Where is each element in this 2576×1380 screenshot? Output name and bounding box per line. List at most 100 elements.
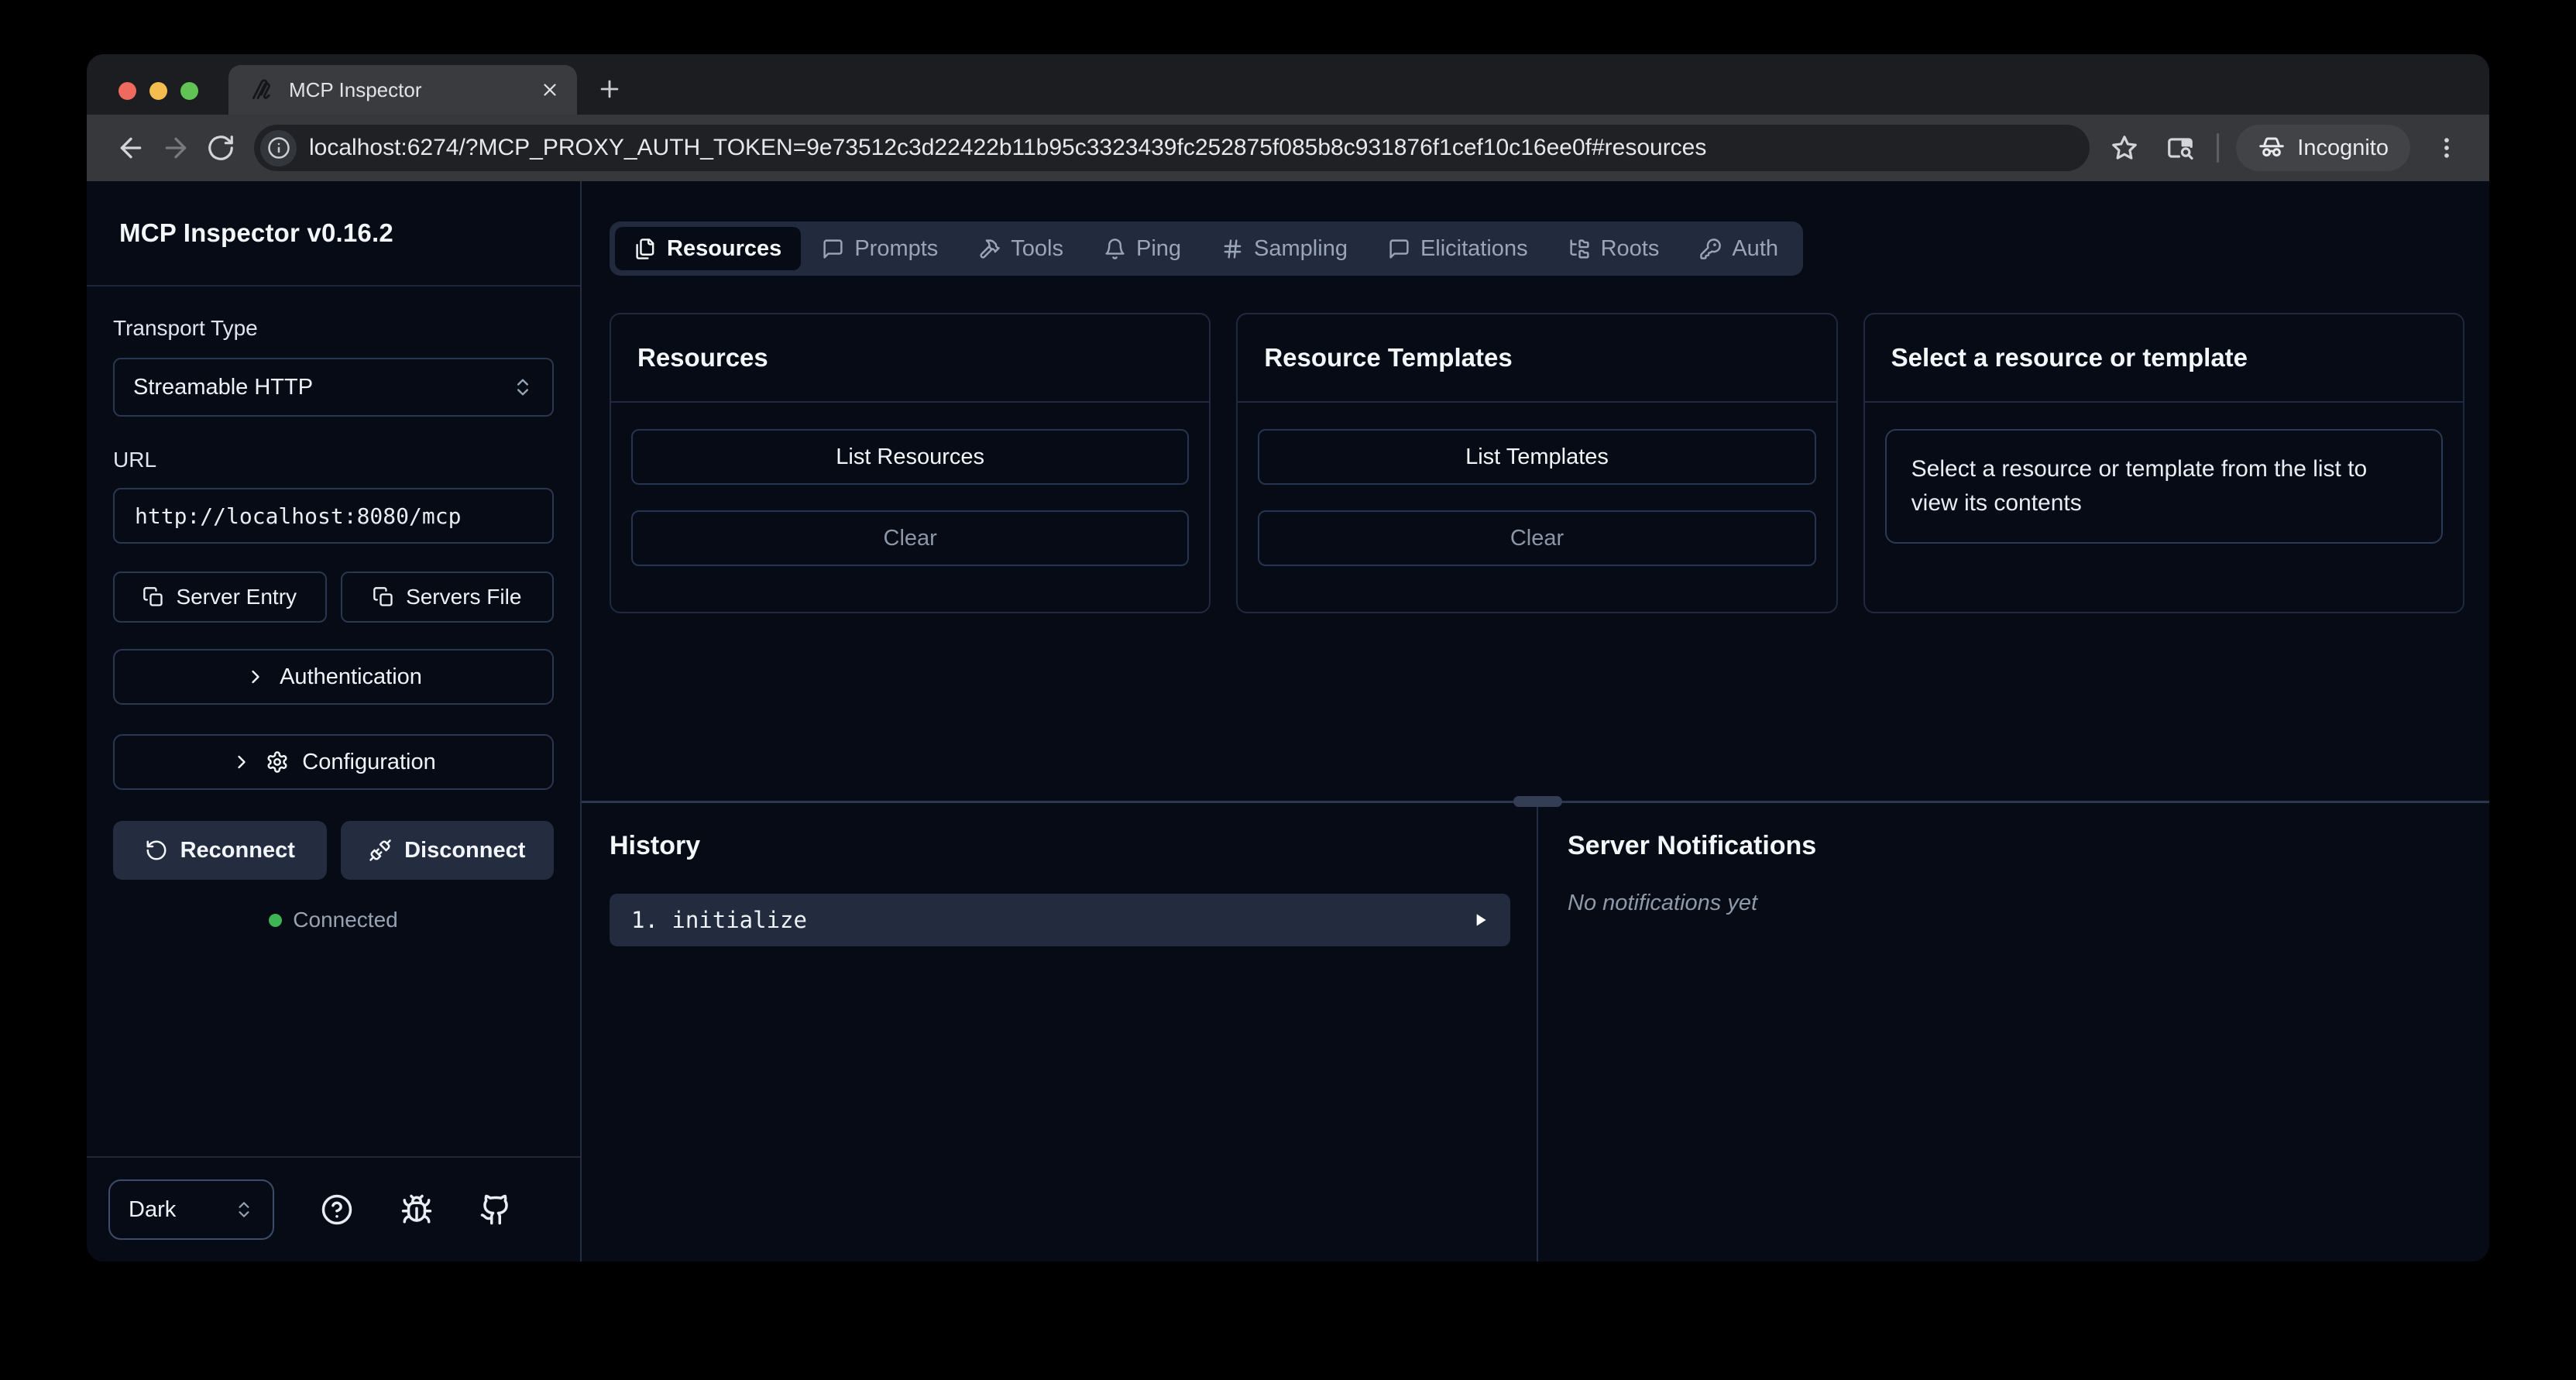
tab-label: Prompts: [854, 236, 938, 262]
expand-triangle-icon[interactable]: [1470, 910, 1490, 930]
list-templates-button[interactable]: List Templates: [1258, 429, 1815, 485]
browser-toolbar: localhost:6274/?MCP_PROXY_AUTH_TOKEN=9e7…: [87, 115, 2489, 181]
tab-resources[interactable]: Resources: [615, 227, 801, 270]
rotate-ccw-icon: [145, 839, 168, 862]
copy-icon: [373, 586, 394, 608]
url-field-label: URL: [113, 448, 554, 472]
mcp-favicon-icon: [249, 77, 275, 103]
maximize-window-button[interactable]: [180, 82, 198, 100]
copy-icon: [143, 586, 164, 608]
tab-label: Sampling: [1254, 236, 1348, 262]
sidebar-body: Transport Type Streamable HTTP URL Serve…: [87, 287, 580, 1156]
status-label: Connected: [293, 908, 397, 932]
window-controls: [118, 82, 198, 100]
search-tabs-icon[interactable]: [2161, 129, 2200, 167]
authentication-label: Authentication: [280, 664, 422, 690]
resource-templates-title: Resource Templates: [1238, 314, 1836, 403]
bottom-panels: History 1. initialize Server Notificatio…: [582, 801, 2489, 1262]
tab-ping[interactable]: Ping: [1084, 227, 1200, 270]
app-title: MCP Inspector v0.16.2: [87, 181, 580, 287]
history-pane: History 1. initialize: [582, 803, 1538, 1262]
disconnect-button[interactable]: Disconnect: [341, 821, 555, 880]
servers-file-button[interactable]: Servers File: [341, 572, 555, 623]
back-icon[interactable]: [108, 125, 153, 170]
tab-label: Roots: [1601, 236, 1660, 262]
hammer-icon: [978, 238, 1001, 260]
configuration-expander[interactable]: Configuration: [113, 734, 554, 790]
chevrons-up-down-icon: [234, 1200, 254, 1220]
close-window-button[interactable]: [118, 82, 136, 100]
main-content: Resources Prompts Tools: [582, 181, 2489, 1262]
url-bar[interactable]: localhost:6274/?MCP_PROXY_AUTH_TOKEN=9e7…: [254, 125, 2090, 171]
incognito-icon: [2258, 134, 2286, 162]
folder-tree-icon: [1568, 238, 1591, 260]
tab-label: Auth: [1732, 236, 1778, 262]
clear-resources-button[interactable]: Clear: [631, 510, 1189, 566]
browser-tab-strip: MCP Inspector: [87, 54, 2489, 115]
reconnect-label: Reconnect: [180, 838, 295, 863]
browser-menu-icon[interactable]: [2427, 129, 2466, 167]
sidebar-footer: Dark: [87, 1156, 580, 1262]
tab-prompts[interactable]: Prompts: [802, 227, 957, 270]
history-title: History: [610, 831, 1510, 861]
browser-window: MCP Inspector localhost:6274/?MCP_PROXY_…: [87, 54, 2489, 1262]
tab-tools[interactable]: Tools: [959, 227, 1083, 270]
tab-close-icon[interactable]: [540, 80, 560, 100]
theme-select[interactable]: Dark: [108, 1179, 274, 1240]
footer-icons: [274, 1193, 558, 1226]
tab-sampling[interactable]: Sampling: [1202, 227, 1367, 270]
forward-icon[interactable]: [153, 125, 198, 170]
mcp-inspector-app: MCP Inspector v0.16.2 Transport Type Str…: [87, 181, 2489, 1262]
transport-type-label: Transport Type: [113, 316, 554, 341]
unplug-icon: [369, 839, 392, 862]
sidebar: MCP Inspector v0.16.2 Transport Type Str…: [87, 181, 582, 1262]
preview-placeholder-message: Select a resource or template from the l…: [1885, 429, 2443, 544]
list-resources-button[interactable]: List Resources: [631, 429, 1189, 485]
tab-elicitations[interactable]: Elicitations: [1369, 227, 1547, 270]
incognito-badge: Incognito: [2236, 125, 2410, 171]
new-tab-button[interactable]: [596, 76, 623, 102]
files-icon: [634, 238, 657, 260]
transport-type-select[interactable]: Streamable HTTP: [113, 358, 554, 417]
gear-icon: [266, 750, 289, 774]
main-top: Resources Prompts Tools: [582, 181, 2489, 801]
browser-tab[interactable]: MCP Inspector: [228, 65, 577, 115]
status-dot: [269, 914, 282, 927]
server-notifications-pane: Server Notifications No notifications ye…: [1538, 803, 2489, 1262]
history-item-initialize[interactable]: 1. initialize: [610, 894, 1510, 946]
bookmark-star-icon[interactable]: [2105, 129, 2144, 167]
github-icon[interactable]: [479, 1193, 512, 1226]
clear-templates-button[interactable]: Clear: [1258, 510, 1815, 566]
hash-icon: [1221, 238, 1244, 260]
tab-auth[interactable]: Auth: [1680, 227, 1798, 270]
help-circle-icon[interactable]: [321, 1193, 353, 1226]
reconnect-button[interactable]: Reconnect: [113, 821, 327, 880]
server-url-input[interactable]: [113, 488, 554, 544]
chevron-right-icon: [245, 666, 266, 688]
configuration-label: Configuration: [302, 750, 436, 775]
tab-label: Resources: [667, 236, 781, 262]
resource-preview-title: Select a resource or template: [1865, 314, 2463, 403]
message-square-icon: [1388, 238, 1410, 260]
connection-status: Connected: [113, 908, 554, 932]
minimize-window-button[interactable]: [149, 82, 167, 100]
chevrons-up-down-icon: [512, 376, 534, 398]
server-entry-button[interactable]: Server Entry: [113, 572, 327, 623]
incognito-label: Incognito: [2297, 136, 2389, 161]
reload-icon[interactable]: [198, 125, 243, 170]
history-item-label: 1. initialize: [631, 907, 807, 933]
server-entry-label: Server Entry: [176, 585, 297, 609]
bell-icon: [1104, 238, 1126, 260]
splitter-handle[interactable]: [1513, 796, 1562, 807]
authentication-expander[interactable]: Authentication: [113, 649, 554, 705]
resource-templates-panel: Resource Templates List Templates Clear: [1236, 313, 1837, 613]
site-info-icon[interactable]: [260, 130, 297, 166]
tab-label: Ping: [1136, 236, 1181, 262]
url-text[interactable]: localhost:6274/?MCP_PROXY_AUTH_TOKEN=9e7…: [309, 135, 1706, 161]
tab-label: Elicitations: [1420, 236, 1528, 262]
bug-icon[interactable]: [400, 1193, 433, 1226]
resource-preview-panel: Select a resource or template Select a r…: [1863, 313, 2464, 613]
tab-roots[interactable]: Roots: [1549, 227, 1679, 270]
resources-panel-title: Resources: [611, 314, 1209, 403]
server-notifications-title: Server Notifications: [1568, 831, 2489, 861]
